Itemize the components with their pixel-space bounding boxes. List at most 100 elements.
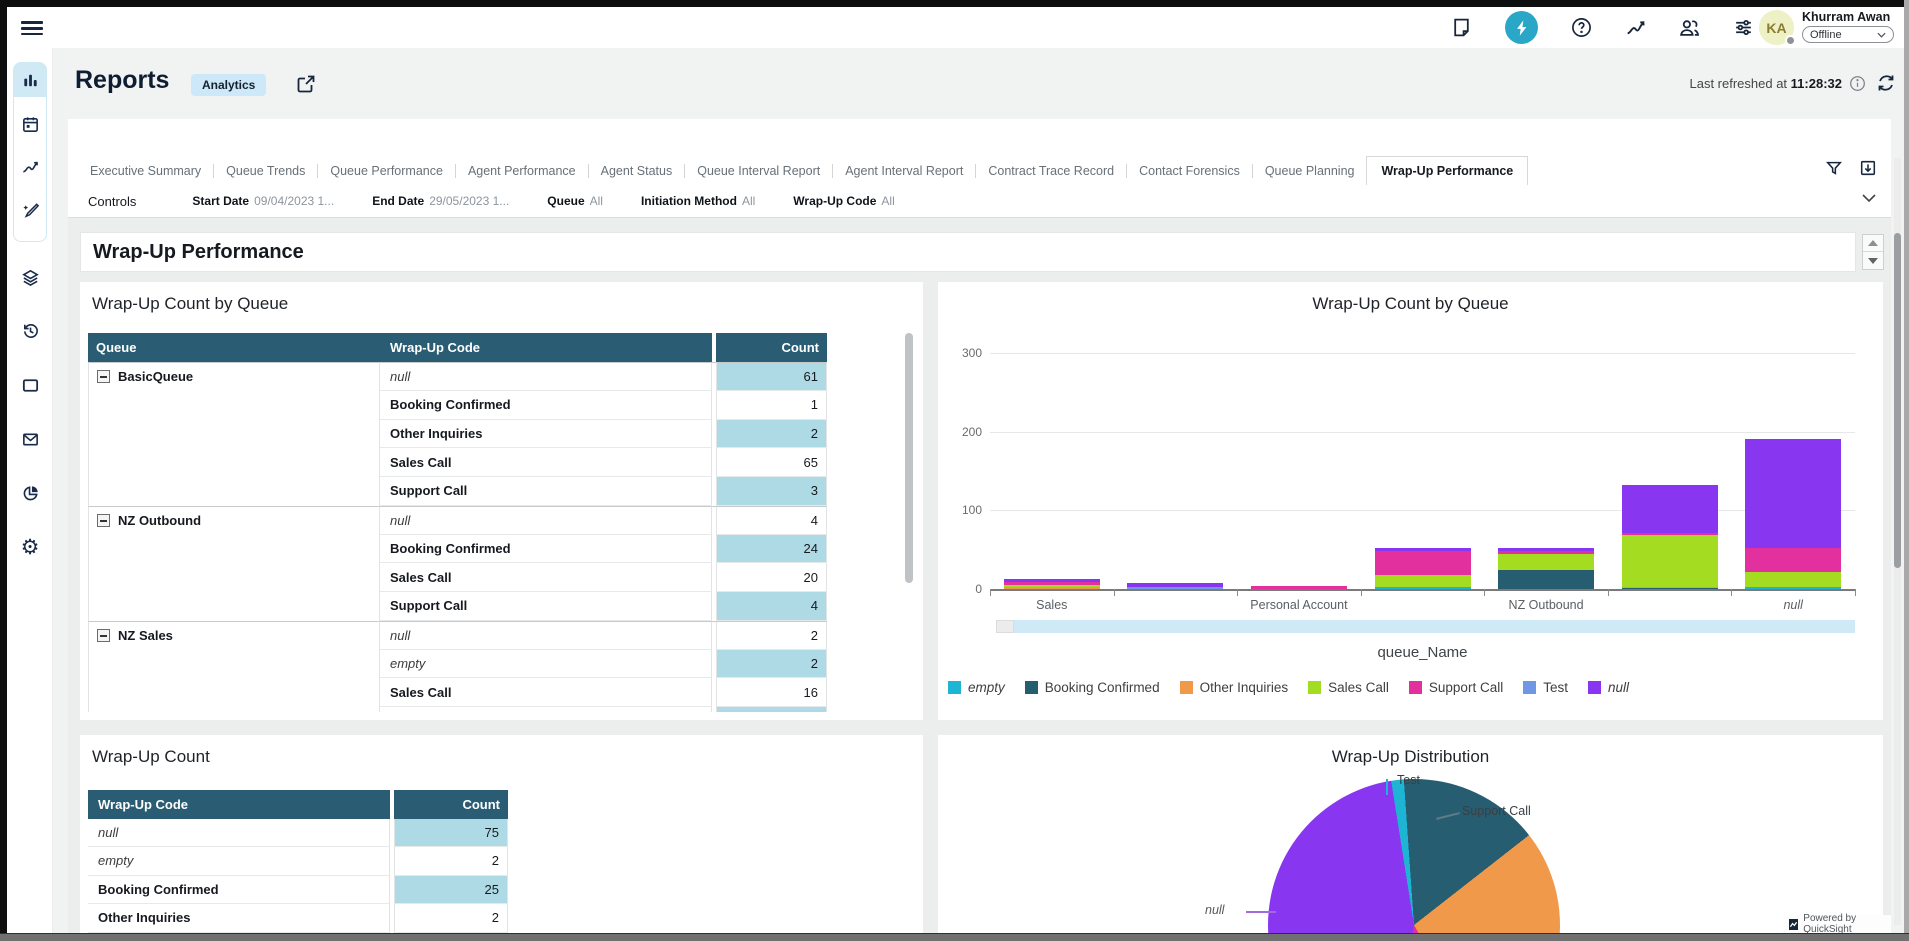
control-filter-start-date[interactable]: Start Date09/04/2023 1... [192, 194, 334, 208]
queue-cell: NZ Sales [88, 621, 380, 650]
sidebar-item-history[interactable] [13, 313, 47, 347]
legend-swatch [1025, 681, 1038, 694]
external-link-icon[interactable] [296, 74, 316, 94]
x-axis-label-sales: Sales [1036, 598, 1067, 612]
sidebar-item-analytics[interactable] [13, 150, 47, 184]
bar-segment-support-call[interactable] [1375, 551, 1471, 575]
control-filter-wrap-up-code[interactable]: Wrap-Up CodeAll [793, 194, 894, 208]
table-row: null75 [88, 819, 516, 848]
table-row: Other Inquiries2 [88, 904, 516, 933]
bar-segment-null[interactable] [1745, 439, 1841, 548]
sidebar-item-email[interactable] [13, 422, 47, 456]
tab-queue-planning[interactable]: Queue Planning [1253, 158, 1367, 184]
bar-segment-null[interactable] [1375, 548, 1471, 551]
column-header-count[interactable]: Count [394, 790, 508, 819]
settings-sliders-icon[interactable] [1733, 17, 1754, 38]
tab-contact-forensics[interactable]: Contact Forensics [1127, 158, 1252, 184]
legend-item-support-call[interactable]: Support Call [1409, 680, 1503, 695]
bar-segment-empty[interactable] [1375, 587, 1471, 589]
column-header-wrapup-code[interactable]: Wrap-Up Code [380, 333, 712, 362]
quick-actions-icon-active[interactable] [1505, 11, 1538, 44]
table-row: Sales Call65 [88, 448, 835, 477]
bar-segment-booking-confirmed[interactable] [1498, 570, 1594, 589]
table-row: Booking Confirmed1 [88, 391, 835, 420]
tab-contract-trace-record[interactable]: Contract Trace Record [976, 158, 1126, 184]
bar-segment-other-inquiries[interactable] [1622, 587, 1718, 589]
control-filter-queue[interactable]: QueueAll [547, 194, 603, 208]
bar-segment-null[interactable] [1498, 548, 1594, 551]
tab-wrap-up-performance[interactable]: Wrap-Up Performance [1366, 156, 1528, 186]
queue-name: NZ Outbound [118, 513, 201, 528]
tab-queue-trends[interactable]: Queue Trends [214, 158, 317, 184]
hamburger-menu-icon[interactable] [21, 18, 43, 36]
bar-segment-null[interactable] [1004, 579, 1100, 582]
collapse-icon[interactable] [97, 370, 110, 383]
bar-segment-null[interactable] [1127, 583, 1223, 587]
column-header-count[interactable]: Count [716, 333, 827, 362]
tab-agent-status[interactable]: Agent Status [589, 158, 685, 184]
info-icon[interactable] [1849, 75, 1866, 92]
legend-item-other-inquiries[interactable]: Other Inquiries [1180, 680, 1289, 695]
tab-queue-interval-report[interactable]: Queue Interval Report [685, 158, 832, 184]
bar-segment-other-inquiries[interactable] [1004, 587, 1100, 589]
bar-segment-null[interactable] [1622, 485, 1718, 533]
agent-status-dropdown[interactable]: Offline [1802, 26, 1894, 43]
control-filter-end-date[interactable]: End Date29/05/2023 1... [372, 194, 509, 208]
bar-segment-support-call[interactable] [1498, 551, 1594, 554]
bar-segment-sales-call[interactable] [1498, 554, 1594, 570]
bar-segment-sales-call[interactable] [1375, 575, 1471, 588]
sidebar-item-reports[interactable] [13, 63, 47, 97]
tab-executive-summary[interactable]: Executive Summary [78, 158, 213, 184]
y-axis-tick-label: 0 [942, 582, 982, 596]
sidebar-item-schedule[interactable] [13, 107, 47, 141]
bar-segment-sales-call[interactable] [1004, 585, 1100, 587]
control-filter-initiation-method[interactable]: Initiation MethodAll [641, 194, 755, 208]
avatar[interactable]: KA [1759, 10, 1794, 45]
stepper-down-button[interactable] [1863, 252, 1883, 269]
stepper-up-button[interactable] [1863, 235, 1883, 252]
controls-collapse-chevron-icon[interactable] [1861, 193, 1877, 209]
tab-agent-performance[interactable]: Agent Performance [456, 158, 588, 184]
chart-hscroll-track[interactable] [1014, 620, 1855, 633]
top-icons [1451, 7, 1754, 48]
tab-agent-interval-report[interactable]: Agent Interval Report [833, 158, 975, 184]
bar-segment-test[interactable] [1127, 587, 1223, 589]
help-icon[interactable] [1571, 17, 1592, 38]
sidebar-item-settings[interactable]: ⚙ [13, 530, 47, 564]
metrics-icon[interactable] [1625, 17, 1646, 38]
bar-segment-sales-call[interactable] [1745, 572, 1841, 588]
filter-value: 29/05/2023 1... [429, 194, 509, 208]
sidebar-item-flows[interactable] [13, 260, 47, 294]
notes-icon[interactable] [1451, 17, 1472, 38]
legend-item-test[interactable]: Test [1523, 680, 1568, 695]
legend-item-null[interactable]: null [1588, 680, 1629, 695]
bar-segment-sales-call[interactable] [1622, 535, 1718, 586]
table-row: BasicQueuenull61 [88, 362, 835, 391]
bar-segment-booking-confirmed[interactable] [1622, 588, 1718, 589]
queue-cell: BasicQueue [88, 362, 380, 391]
legend-item-empty[interactable]: empty [948, 680, 1005, 695]
chart-hscroll-handle[interactable] [996, 620, 1014, 633]
legend-swatch [1308, 681, 1321, 694]
sidebar-item-dashboards[interactable] [13, 476, 47, 510]
agents-icon[interactable] [1679, 17, 1700, 38]
legend-item-booking-confirmed[interactable]: Booking Confirmed [1025, 680, 1160, 695]
bar-segment-support-call[interactable] [1745, 548, 1841, 572]
column-header-queue[interactable]: Queue [88, 333, 380, 362]
bar-segment-support-call[interactable] [1622, 533, 1718, 535]
collapse-icon[interactable] [97, 629, 110, 642]
column-header-wrapup-code[interactable]: Wrap-Up Code [88, 790, 390, 819]
legend-item-sales-call[interactable]: Sales Call [1308, 680, 1389, 695]
sidebar-item-workspace[interactable] [13, 368, 47, 402]
table-scrollbar[interactable] [905, 333, 913, 583]
bar-segment-support-call[interactable] [1251, 586, 1347, 589]
tab-queue-performance[interactable]: Queue Performance [318, 158, 455, 184]
canvas-scrollbar-thumb[interactable] [1894, 233, 1901, 568]
sidebar-item-designer[interactable] [13, 193, 47, 227]
wrapup-code-cell: null [88, 819, 390, 848]
refresh-icon[interactable] [1876, 73, 1896, 93]
bar-segment-empty[interactable] [1745, 587, 1841, 589]
collapse-icon[interactable] [97, 514, 110, 527]
bar-segment-support-call[interactable] [1004, 582, 1100, 585]
queue-cell [88, 391, 380, 420]
